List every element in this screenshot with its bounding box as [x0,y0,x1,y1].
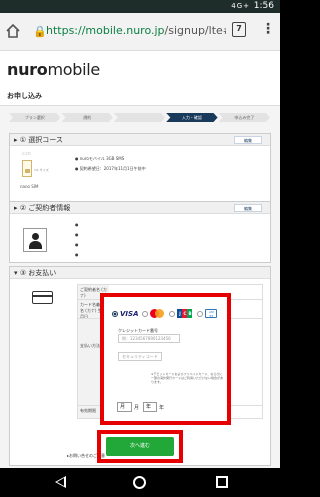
logo-light: mobile [47,60,100,79]
edit-contractor-button[interactable]: 編集 [234,204,262,212]
course-plan: ● nuroモバイル 3GB SMS [75,156,125,161]
card-brand-radio[interactable] [112,310,118,317]
section-contractor-heading[interactable]: ▸ ② ご契約者情報 編集 [10,202,270,214]
contractor-line: ● [75,232,79,237]
home-icon[interactable] [5,23,21,39]
contractor-line: ● [75,222,79,227]
card-brand-radio[interactable] [197,310,204,317]
page-title: お申し込み [7,92,42,100]
contractor-line: ● [75,242,79,247]
lock-icon: 🔒 [33,25,47,38]
step-input-confirm: 入力・確認 [166,113,218,122]
course-start-date: ● 契約希望日：2017年11月1日午前中 [75,166,146,171]
site-logo[interactable]: nuromobile [7,60,100,79]
back-icon[interactable] [55,476,66,488]
section-course-title: ▸ ① 選択コース [14,136,63,144]
section-payment-heading[interactable]: ▾ ③ お支払い [10,267,270,279]
step-progress: プラン選択 規約 入力・確認 申込み完了 [9,113,271,122]
mastercard-logo [150,309,165,318]
section-contractor: ▸ ② ご契約者情報 編集 ● ● ● ● [9,201,271,263]
sim-caption: ここに [22,151,32,155]
payment-note: ※デビットカードおよびプリペイドカード、ならびに一部の海外発行カードはご利用いた… [151,372,224,384]
contractor-line: ● [75,252,79,257]
section-course: ▸ ① 選択コース 編集 ここに 1/1 サイズ nano SIM ● nuro… [9,133,271,203]
overflow-menu-icon[interactable]: ⋮ [261,22,275,36]
clock: 1:56 [253,1,274,11]
card-brand-radio[interactable] [169,310,176,317]
home-circle-icon[interactable] [133,476,146,489]
person-icon [23,228,47,252]
section-payment-title: ▾ ③ お支払い [14,269,57,277]
step-terms: 規約 [61,113,113,122]
section-contractor-title: ▸ ② ご契約者情報 [14,204,71,212]
signal-icon: 4G+ [231,2,250,10]
browser-toolbar: 🔒 https://mobile.nuro.jp/signup/lte#/ind… [0,13,280,51]
sim-note: 1/1 サイズ [34,168,49,172]
step-blank [113,113,166,122]
url-path: /signup/lte#/inde [164,24,226,37]
logo-bold: nuro [7,60,48,79]
visa-logo: VISA [120,309,139,318]
expiry-month-select[interactable]: 月 [117,402,132,412]
step-complete: 申込み完了 [218,113,271,122]
sim-card-icon [22,160,32,177]
card-brand-options: VISA JCB AM EX [112,309,218,318]
step-plan: プラン選択 [9,113,61,122]
year-unit: 年 [159,405,165,411]
card-brand-radio[interactable] [142,310,149,317]
status-bar: 4G+ 1:56 [0,0,280,13]
tabs-button[interactable]: 7 [232,22,246,37]
section-course-heading[interactable]: ▸ ① 選択コース 編集 [10,134,270,146]
recent-apps-icon[interactable] [216,476,228,488]
expiry-year-select[interactable]: 年 [143,402,157,412]
edit-course-button[interactable]: 編集 [234,136,262,144]
jcb-logo: JCB [177,309,193,318]
card-number-input[interactable]: 例：1234567890123456 [118,334,180,343]
url-field[interactable]: https://mobile.nuro.jp/signup/lte#/inde [46,24,226,37]
url-host: https://mobile.nuro.jp [46,24,165,37]
sim-type-label: nano SIM [20,184,39,189]
system-nav-bar [0,468,280,497]
payment-card-box: VISA JCB AM EX クレジットカード番号 例：1234567890123… [101,294,229,425]
month-unit: 月 [134,405,140,411]
credit-card-icon [32,291,53,304]
amex-logo: AM EX [205,309,218,318]
next-button[interactable]: 次へ進む [106,437,174,456]
security-code-input[interactable]: セキュリティコード [118,352,162,361]
